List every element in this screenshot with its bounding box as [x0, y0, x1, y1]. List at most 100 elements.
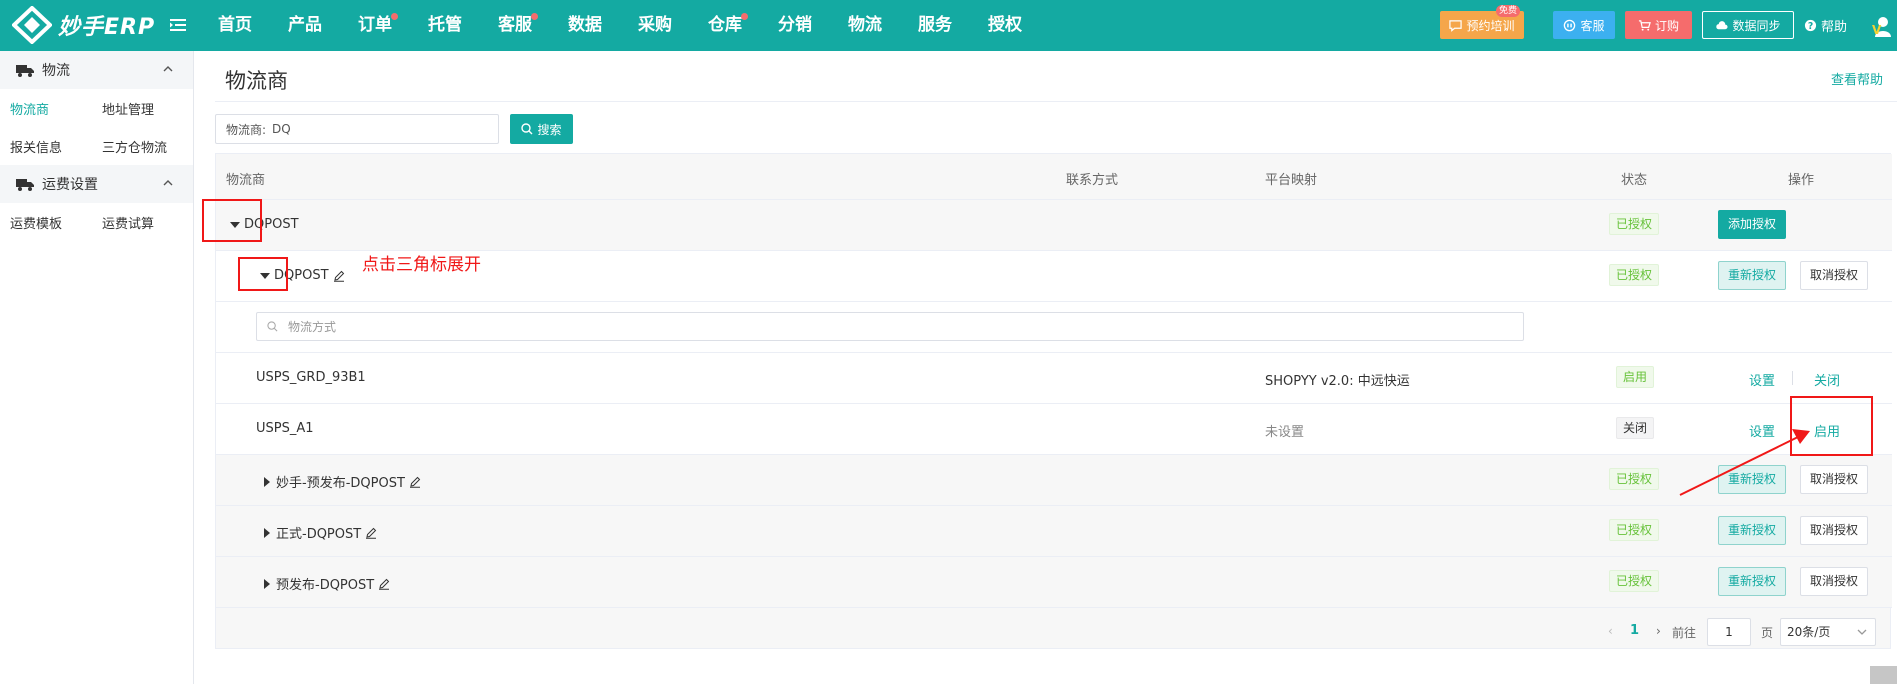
logo-diamond-icon — [12, 6, 52, 44]
customer-service-button[interactable]: 客服 — [1553, 11, 1615, 39]
nav-item-logistics[interactable]: 物流 — [830, 0, 900, 51]
nav-item-hosting[interactable]: 托管 — [410, 0, 480, 51]
resize-handle[interactable] — [1870, 666, 1897, 684]
logo[interactable]: 妙手ERP — [12, 6, 155, 44]
disable-link[interactable]: 关闭 — [1814, 370, 1840, 389]
method-name: USPS_A1 — [256, 421, 314, 436]
nav-item-services[interactable]: 服务 — [900, 0, 970, 51]
prev-page-icon[interactable]: ‹ — [1608, 624, 1613, 638]
subscribe-button[interactable]: 订购 — [1625, 11, 1692, 39]
sidebar-item-fee-calculator[interactable]: 运费试算 — [92, 213, 184, 232]
add-authorization-button[interactable]: 添加授权 — [1718, 210, 1787, 239]
caret-right-icon[interactable] — [262, 578, 272, 589]
setup-link[interactable]: 设置 — [1749, 421, 1775, 440]
search-icon — [267, 321, 278, 332]
nav-item-distribution[interactable]: 分销 — [760, 0, 830, 51]
sidebar-item-customs[interactable]: 报关信息 — [0, 137, 92, 156]
page-size-select[interactable]: 20条/页 — [1780, 618, 1876, 646]
edit-icon[interactable] — [409, 476, 421, 488]
col-mapping: 平台映射 — [1265, 173, 1318, 188]
cancel-authorization-button[interactable]: 取消授权 — [1800, 261, 1869, 290]
nav-item-products[interactable]: 产品 — [270, 0, 340, 51]
nav-item-authorization[interactable]: 授权 — [970, 0, 1040, 51]
caret-right-icon[interactable] — [262, 476, 272, 487]
search-icon — [521, 123, 533, 135]
truck-icon — [16, 64, 34, 77]
col-action: 操作 — [1788, 173, 1815, 188]
top-navbar: 妙手ERP 首页 产品 订单 托管 客服 数据 采购 仓库 分销 物流 服务 授… — [0, 0, 1897, 51]
status-badge: 已授权 — [1609, 213, 1660, 235]
table-row: 妙手-预发布-DQPOST 已授权 重新授权 取消授权 — [216, 455, 1892, 506]
user-avatar-icon[interactable]: V — [1866, 14, 1892, 38]
account-name: 妙手-预发布-DQPOST — [276, 476, 405, 491]
svg-text:V: V — [1872, 23, 1882, 37]
table-row: DQPOST 已授权 添加授权 — [216, 200, 1892, 251]
search-button[interactable]: 搜索 — [510, 114, 573, 144]
edit-icon[interactable] — [333, 270, 345, 282]
divider — [1792, 371, 1793, 385]
logo-text: 妙手ERP — [58, 15, 156, 40]
divider — [215, 101, 1897, 102]
table-row: USPS_GRD_93B1 SHOPYY v2.0: 中远快运 启用 设置 关闭 — [216, 353, 1892, 404]
help-button[interactable]: ? 帮助 — [1804, 16, 1847, 35]
page-number-input[interactable]: 1 — [1707, 618, 1751, 646]
table-header: 物流商 联系方式 平台映射 状态 操作 — [216, 154, 1892, 200]
cart-icon — [1638, 19, 1651, 31]
filter-label: 物流商: — [226, 122, 267, 137]
view-help-link[interactable]: 查看帮助 — [1831, 69, 1883, 88]
platform-mapping: SHOPYY v2.0: 中远快运 — [1265, 374, 1410, 389]
page-unit-label: 页 — [1761, 626, 1774, 640]
sidebar-group-shipping-fee[interactable]: 运费设置 — [0, 165, 193, 203]
truck-icon — [16, 178, 34, 191]
cancel-authorization-button[interactable]: 取消授权 — [1800, 516, 1869, 545]
sidebar-group-logistics[interactable]: 物流 — [0, 51, 193, 89]
next-page-icon[interactable]: › — [1656, 624, 1661, 638]
nav-item-purchasing[interactable]: 采购 — [620, 0, 690, 51]
nav-item-customer-service[interactable]: 客服 — [480, 0, 550, 51]
setup-link[interactable]: 设置 — [1749, 370, 1775, 389]
main-content: 物流商 查看帮助 物流商: DQ 搜索 物流商 联系方式 平台映射 状态 操作 … — [195, 51, 1897, 684]
col-status: 状态 — [1621, 173, 1648, 188]
current-page[interactable]: 1 — [1630, 623, 1639, 638]
reauthorize-button[interactable]: 重新授权 — [1718, 261, 1787, 290]
annotation-highlight-box — [202, 199, 262, 242]
sidebar-item-addresses[interactable]: 地址管理 — [92, 99, 184, 118]
annotation-text: 点击三角标展开 — [362, 255, 481, 275]
goto-label: 前往 — [1672, 626, 1697, 640]
notification-dot — [531, 13, 538, 20]
question-icon: ? — [1804, 19, 1817, 32]
free-badge: 免费 — [1495, 5, 1520, 17]
reauthorize-button[interactable]: 重新授权 — [1718, 465, 1787, 494]
nav-item-warehouse[interactable]: 仓库 — [690, 0, 760, 51]
nav-item-data[interactable]: 数据 — [550, 0, 620, 51]
sidebar-item-providers[interactable]: 物流商 — [0, 99, 92, 118]
nav-item-home[interactable]: 首页 — [200, 0, 270, 51]
nav-item-orders[interactable]: 订单 — [340, 0, 410, 51]
shipping-method-search-input[interactable]: 物流方式 — [256, 312, 1524, 341]
sidebar-item-fee-template[interactable]: 运费模板 — [0, 213, 92, 232]
provider-table: 物流商 联系方式 平台映射 状态 操作 DQPOST 已授权 添加授权 DQPO… — [215, 153, 1892, 649]
edit-icon[interactable] — [378, 578, 390, 590]
cancel-authorization-button[interactable]: 取消授权 — [1800, 465, 1869, 494]
sidebar-item-3pl[interactable]: 三方仓物流 — [92, 137, 184, 156]
table-row: 预发布-DQPOST 已授权 重新授权 取消授权 — [216, 557, 1892, 608]
col-provider: 物流商 — [226, 173, 266, 188]
notification-dot — [391, 13, 398, 20]
caret-right-icon[interactable] — [262, 527, 272, 538]
edit-icon[interactable] — [365, 527, 377, 539]
data-sync-button[interactable]: 数据同步 — [1702, 11, 1794, 39]
main-nav: 首页 产品 订单 托管 客服 数据 采购 仓库 分销 物流 服务 授权 — [200, 0, 1040, 51]
chevron-up-icon — [163, 180, 173, 186]
provider-filter-input[interactable]: 物流商: DQ — [215, 114, 499, 144]
reauthorize-button[interactable]: 重新授权 — [1718, 567, 1787, 596]
page-title: 物流商 — [225, 69, 288, 93]
status-badge: 已授权 — [1609, 519, 1660, 541]
svg-text:?: ? — [1808, 21, 1813, 32]
account-name: 正式-DQPOST — [276, 527, 362, 542]
cancel-authorization-button[interactable]: 取消授权 — [1800, 567, 1869, 596]
status-badge: 关闭 — [1616, 417, 1655, 439]
training-button[interactable]: 预约培训 免费 — [1440, 5, 1524, 39]
reauthorize-button[interactable]: 重新授权 — [1718, 516, 1787, 545]
table-row: USPS_A1 未设置 关闭 设置 启用 — [216, 404, 1892, 455]
menu-toggle-icon[interactable] — [170, 16, 188, 34]
